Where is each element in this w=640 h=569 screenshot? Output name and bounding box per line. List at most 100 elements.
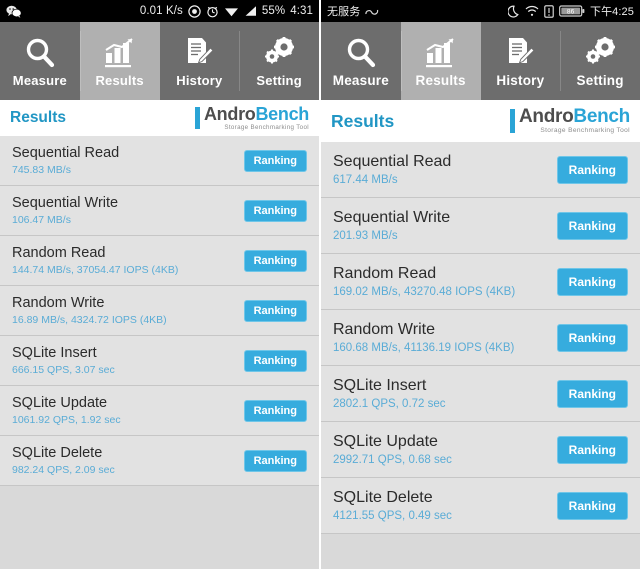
tab-results-label: Results <box>415 73 466 88</box>
row-value: 201.93 MB/s <box>333 230 398 242</box>
table-row[interactable]: Random Read 144.74 MB/s, 37054.47 IOPS (… <box>0 236 319 286</box>
ranking-button[interactable]: Ranking <box>556 267 628 296</box>
row-value: 1061.92 QPS, 1.92 sec <box>12 414 121 426</box>
document-pencil-icon <box>184 34 215 68</box>
table-row[interactable]: Sequential Read 745.83 MB/s Ranking <box>0 136 319 186</box>
battery-percent-text: 55% <box>261 5 286 17</box>
ranking-button[interactable]: Ranking <box>556 435 628 464</box>
tab-setting[interactable]: Setting <box>560 22 640 100</box>
table-row[interactable]: Random Read 169.02 MB/s, 43270.48 IOPS (… <box>321 254 640 310</box>
tab-history-label: History <box>496 73 545 88</box>
row-value: 16.89 MB/s, 4324.72 IOPS (4KB) <box>12 314 167 326</box>
logo-main-bench: Bench <box>573 106 630 128</box>
table-row[interactable]: SQLite Update 2992.71 QPS, 0.68 sec Rank… <box>321 422 640 478</box>
tab-results[interactable]: Results <box>79 22 160 100</box>
ranking-button[interactable]: Ranking <box>243 349 307 372</box>
androbench-logo: AndroBench Storage Benchmarking Tool <box>509 106 630 135</box>
left-empty-area <box>0 486 319 569</box>
tab-setting-label: Setting <box>576 73 624 88</box>
tab-setting[interactable]: Setting <box>239 22 319 100</box>
tab-results-label: Results <box>95 73 144 88</box>
left-results-list: Sequential Read 745.83 MB/s Ranking Sequ… <box>0 136 319 486</box>
clock-text: 4:31 <box>290 5 313 17</box>
ranking-button[interactable]: Ranking <box>556 323 628 352</box>
network-speed-text: 0.01 K/s <box>139 5 183 17</box>
row-value: 745.83 MB/s <box>12 164 71 176</box>
row-title: SQLite Delete <box>333 489 433 506</box>
row-title: SQLite Update <box>12 395 108 411</box>
bar-chart-icon <box>425 34 457 68</box>
row-title: SQLite Update <box>333 433 438 450</box>
row-value: 4121.55 QPS, 0.49 sec <box>333 510 452 522</box>
table-row[interactable]: SQLite Insert 666.15 QPS, 3.07 sec Ranki… <box>0 336 319 386</box>
ranking-button[interactable]: Ranking <box>243 249 307 272</box>
row-title: Sequential Read <box>12 145 120 161</box>
ranking-button[interactable]: Ranking <box>556 491 628 520</box>
tab-history[interactable]: History <box>481 22 561 100</box>
ranking-button[interactable]: Ranking <box>243 149 307 172</box>
ranking-button[interactable]: Ranking <box>243 399 307 422</box>
ranking-button[interactable]: Ranking <box>243 299 307 322</box>
row-title: Sequential Write <box>12 195 119 211</box>
row-value: 982.24 QPS, 2.09 sec <box>12 464 115 476</box>
row-value: 160.68 MB/s, 41136.19 IOPS (4KB) <box>333 342 515 354</box>
table-row[interactable]: Random Write 160.68 MB/s, 41136.19 IOPS … <box>321 310 640 366</box>
tab-setting-label: Setting <box>256 73 302 88</box>
ranking-button[interactable]: Ranking <box>556 379 628 408</box>
logo-main-andro: Andro <box>203 103 256 124</box>
row-title: Random Write <box>333 321 435 338</box>
logo-main-andro: Andro <box>518 106 574 128</box>
row-value: 169.02 MB/s, 43270.48 IOPS (4KB) <box>333 286 516 298</box>
table-row[interactable]: Sequential Write 106.47 MB/s Ranking <box>0 186 319 236</box>
document-pencil-icon <box>505 34 536 68</box>
right-phone-panel: 无服务 86 下午4:25 Measure Results History Se… <box>321 0 640 569</box>
page-title: Results <box>331 110 395 131</box>
row-title: Random Write <box>12 295 105 311</box>
row-title: Random Read <box>12 245 106 261</box>
row-value: 2992.71 QPS, 0.68 sec <box>333 454 452 466</box>
right-tab-bar: Measure Results History Setting <box>321 22 640 100</box>
magnifier-icon <box>346 34 376 68</box>
battery-level-text: 86 <box>567 9 575 16</box>
table-row[interactable]: SQLite Update 1061.92 QPS, 1.92 sec Rank… <box>0 386 319 436</box>
table-row[interactable]: Sequential Read 617.44 MB/s Ranking <box>321 142 640 198</box>
row-title: SQLite Delete <box>12 445 103 461</box>
magnifier-icon <box>25 34 55 68</box>
battery-icon: 86 <box>559 5 585 17</box>
row-value: 666.15 QPS, 3.07 sec <box>12 364 115 376</box>
wifi-icon <box>224 5 239 17</box>
table-row[interactable]: Sequential Write 201.93 MB/s Ranking <box>321 198 640 254</box>
tab-measure-label: Measure <box>332 73 389 88</box>
logo-bar-icon <box>194 106 200 129</box>
tab-history[interactable]: History <box>160 22 240 100</box>
right-results-list: Sequential Read 617.44 MB/s Ranking Sequ… <box>321 142 640 534</box>
tab-measure[interactable]: Measure <box>0 22 80 100</box>
row-value: 617.44 MB/s <box>333 174 398 186</box>
ranking-button[interactable]: Ranking <box>243 199 307 222</box>
ranking-button[interactable]: Ranking <box>556 211 628 240</box>
row-value: 106.47 MB/s <box>12 214 71 226</box>
left-page-header: Results AndroBench Storage Benchmarking … <box>0 100 319 136</box>
right-page-header: Results AndroBench Storage Benchmarking … <box>321 100 640 142</box>
link-icon <box>365 6 379 17</box>
right-empty-area <box>321 534 640 569</box>
row-title: Sequential Write <box>333 209 451 226</box>
ranking-button[interactable]: Ranking <box>556 155 628 184</box>
bar-chart-icon <box>104 34 136 68</box>
gears-icon <box>263 34 295 68</box>
table-row[interactable]: SQLite Delete 982.24 QPS, 2.09 sec Ranki… <box>0 436 319 486</box>
left-tab-bar: Measure Results History Setting <box>0 22 319 100</box>
carrier-text: 无服务 <box>327 6 361 18</box>
table-row[interactable]: Random Write 16.89 MB/s, 4324.72 IOPS (4… <box>0 286 319 336</box>
tab-results[interactable]: Results <box>400 22 481 100</box>
tab-measure[interactable]: Measure <box>321 22 401 100</box>
moon-icon <box>507 5 520 18</box>
row-title: Sequential Read <box>333 153 452 170</box>
ranking-button[interactable]: Ranking <box>243 449 307 472</box>
sim-icon <box>544 4 554 18</box>
table-row[interactable]: SQLite Insert 2802.1 QPS, 0.72 sec Ranki… <box>321 366 640 422</box>
target-icon <box>188 4 201 18</box>
tab-measure-label: Measure <box>12 73 67 88</box>
right-status-bar: 无服务 86 下午4:25 <box>321 0 640 22</box>
table-row[interactable]: SQLite Delete 4121.55 QPS, 0.49 sec Rank… <box>321 478 640 534</box>
